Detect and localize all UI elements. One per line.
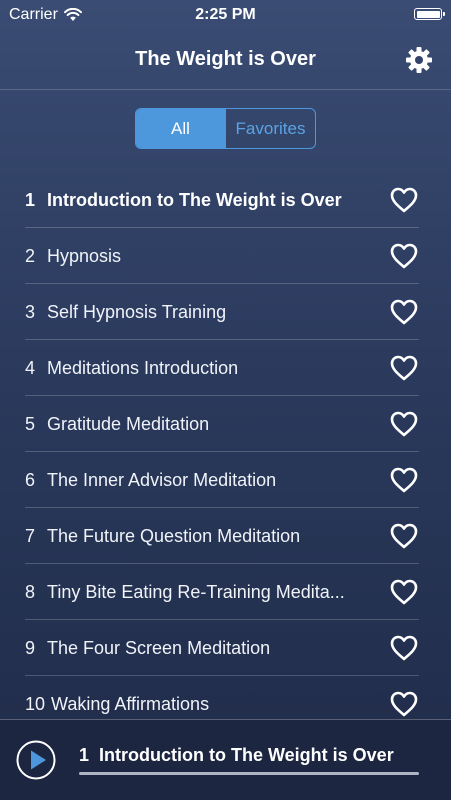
gear-icon [406, 47, 432, 73]
progress-bar[interactable] [79, 772, 419, 775]
track-item[interactable]: 8 Tiny Bite Eating Re-Training Medita... [0, 564, 451, 620]
track-title: Introduction to The Weight is Over [47, 190, 342, 210]
track-item[interactable]: 1 Introduction to The Weight is Over [0, 172, 451, 228]
track-title: Hypnosis [47, 246, 122, 266]
now-playing-bar: 1 Introduction to The Weight is Over [0, 719, 451, 800]
nav-bar: The Weight is Over [0, 30, 451, 90]
favorite-heart-icon[interactable] [389, 522, 419, 550]
status-bar: Carrier 2:25 PM [0, 0, 451, 30]
play-icon[interactable] [16, 740, 56, 780]
favorite-heart-icon[interactable] [389, 354, 419, 382]
track-title: The Future Question Meditation [47, 526, 301, 546]
track-number: 10 [25, 694, 46, 714]
track-item[interactable]: 3 Self Hypnosis Training [0, 284, 451, 340]
settings-button[interactable] [405, 46, 433, 74]
track-number: 5 [25, 414, 36, 434]
battery-fill [416, 10, 440, 18]
track-number: 7 [25, 526, 36, 546]
track-number: 4 [25, 358, 36, 378]
filter-favorites[interactable]: Favorites [225, 109, 315, 148]
favorite-heart-icon[interactable] [389, 298, 419, 326]
favorite-heart-icon[interactable] [389, 242, 419, 270]
track-item[interactable]: 4 Meditations Introduction [0, 340, 451, 396]
track-title: Tiny Bite Eating Re-Training Medita... [47, 582, 345, 602]
now-playing-title: 1 Introduction to The Weight is Over [79, 745, 429, 766]
track-title: The Four Screen Meditation [47, 638, 271, 658]
track-item[interactable]: 7 The Future Question Meditation [0, 508, 451, 564]
track-title: Waking Affirmations [51, 694, 210, 714]
track-item[interactable]: 9 The Four Screen Meditation [0, 620, 451, 676]
track-item[interactable]: 6 The Inner Advisor Meditation [0, 452, 451, 508]
track-number: 1 [25, 190, 36, 210]
favorite-heart-icon[interactable] [389, 634, 419, 662]
track-number: 9 [25, 638, 36, 658]
track-title: Meditations Introduction [47, 358, 239, 378]
favorite-heart-icon[interactable] [389, 466, 419, 494]
track-title: The Inner Advisor Meditation [47, 470, 277, 490]
favorite-heart-icon[interactable] [389, 690, 419, 718]
filter-segmented-control: All Favorites [135, 108, 316, 149]
now-playing-track: Introduction to The Weight is Over [99, 745, 394, 765]
track-item[interactable]: 5 Gratitude Meditation [0, 396, 451, 452]
track-item[interactable]: 2 Hypnosis [0, 228, 451, 284]
track-number: 8 [25, 582, 36, 602]
track-number: 3 [25, 302, 36, 322]
track-list: 1 Introduction to The Weight is Over 2 H… [0, 172, 451, 732]
filter-all[interactable]: All [136, 109, 225, 148]
page-title: The Weight is Over [135, 48, 316, 70]
favorite-heart-icon[interactable] [389, 578, 419, 606]
track-title: Gratitude Meditation [47, 414, 210, 434]
favorite-heart-icon[interactable] [389, 410, 419, 438]
track-number: 2 [25, 246, 36, 266]
status-time: 2:25 PM [195, 6, 256, 23]
battery-icon [414, 8, 445, 20]
track-title: Self Hypnosis Training [47, 302, 227, 322]
favorite-heart-icon[interactable] [389, 186, 419, 214]
now-playing-number: 1 [79, 745, 90, 765]
track-number: 6 [25, 470, 36, 490]
